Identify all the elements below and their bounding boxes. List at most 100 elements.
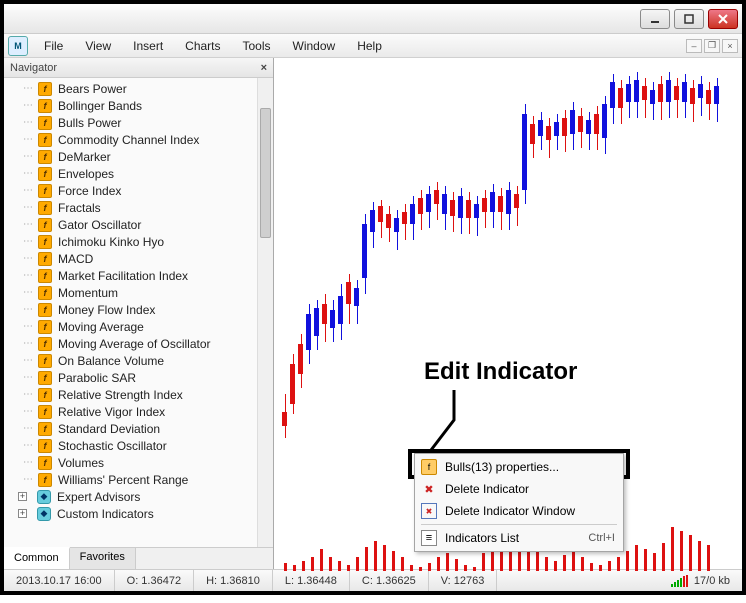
scrollbar-thumb[interactable] xyxy=(260,108,271,238)
indicator-item[interactable]: ⋯fWilliams' Percent Range xyxy=(34,471,273,488)
function-icon: f xyxy=(38,371,52,385)
indicator-bar xyxy=(437,557,440,571)
function-icon: f xyxy=(38,184,52,198)
function-icon: f xyxy=(38,235,52,249)
menu-file[interactable]: File xyxy=(34,36,73,56)
indicator-item[interactable]: ⋯fFractals xyxy=(34,199,273,216)
status-datetime: 2013.10.17 16:00 xyxy=(4,570,115,591)
delete-window-icon: ✖ xyxy=(421,503,437,519)
candle xyxy=(538,112,543,150)
navigator-title: Navigator xyxy=(10,62,57,74)
mdi-close-button[interactable]: × xyxy=(722,39,738,53)
candle xyxy=(650,82,655,120)
indicator-item[interactable]: ⋯fMoving Average of Oscillator xyxy=(34,335,273,352)
navigator-scrollbar[interactable] xyxy=(257,78,273,547)
candle xyxy=(450,192,455,232)
indicator-item[interactable]: ⋯fBulls Power xyxy=(34,114,273,131)
expand-icon[interactable]: + xyxy=(18,492,27,501)
indicator-bar xyxy=(590,563,593,571)
indicator-item[interactable]: ⋯fBears Power xyxy=(34,80,273,97)
context-menu-item[interactable]: ≡Indicators ListCtrl+I xyxy=(417,527,621,549)
candle xyxy=(498,188,503,230)
function-icon: f xyxy=(38,116,52,130)
menu-window[interactable]: Window xyxy=(283,36,346,56)
advisor-icon: ◆ xyxy=(37,490,51,504)
mdi-minimize-button[interactable]: – xyxy=(686,39,702,53)
menu-view[interactable]: View xyxy=(75,36,121,56)
indicator-bar xyxy=(383,545,386,571)
indicator-bar xyxy=(347,565,350,571)
menu-charts[interactable]: Charts xyxy=(175,36,230,56)
context-menu-item[interactable]: ✖Delete Indicator xyxy=(417,478,621,500)
indicator-bar xyxy=(662,543,665,571)
context-menu-item[interactable]: fBulls(13) properties... xyxy=(417,456,621,478)
navigator-close-icon[interactable]: × xyxy=(261,62,267,74)
candle xyxy=(578,108,583,148)
indicator-item[interactable]: ⋯fDeMarker xyxy=(34,148,273,165)
indicator-item[interactable]: ⋯fEnvelopes xyxy=(34,165,273,182)
list-icon: ≡ xyxy=(421,530,437,546)
status-high: H: 1.36810 xyxy=(194,570,273,591)
indicator-item[interactable]: ⋯fMomentum xyxy=(34,284,273,301)
indicator-bar xyxy=(428,563,431,571)
tab-favorites[interactable]: Favorites xyxy=(70,548,136,569)
candle xyxy=(714,78,719,122)
indicator-label: Relative Strength Index xyxy=(58,388,183,402)
indicator-item[interactable]: ⋯fIchimoku Kinko Hyo xyxy=(34,233,273,250)
function-icon: f xyxy=(38,201,52,215)
indicator-item[interactable]: ⋯fOn Balance Volume xyxy=(34,352,273,369)
indicator-item[interactable]: ⋯fGator Oscillator xyxy=(34,216,273,233)
indicator-bar xyxy=(707,545,710,571)
indicator-item[interactable]: ⋯fCommodity Channel Index xyxy=(34,131,273,148)
menubar: M FileViewInsertChartsToolsWindowHelp – … xyxy=(4,34,742,58)
indicator-item[interactable]: ⋯fMarket Facilitation Index xyxy=(34,267,273,284)
tree-node[interactable]: +◆Expert Advisors xyxy=(18,488,273,505)
candle xyxy=(338,284,343,340)
expand-icon[interactable]: + xyxy=(18,509,27,518)
mdi-restore-button[interactable]: ❐ xyxy=(704,39,720,53)
function-icon: f xyxy=(38,473,52,487)
tab-common[interactable]: Common xyxy=(4,547,70,569)
function-icon: f xyxy=(38,303,52,317)
indicator-item[interactable]: ⋯fParabolic SAR xyxy=(34,369,273,386)
indicator-bar xyxy=(617,557,620,571)
indicator-bar xyxy=(401,557,404,571)
indicator-bar xyxy=(482,553,485,571)
indicator-item[interactable]: ⋯fMoney Flow Index xyxy=(34,301,273,318)
close-button[interactable] xyxy=(708,9,738,29)
context-menu-label: Indicators List xyxy=(445,531,519,545)
indicator-bar xyxy=(545,557,548,571)
indicator-item[interactable]: ⋯fMoving Average xyxy=(34,318,273,335)
indicator-item[interactable]: ⋯fForce Index xyxy=(34,182,273,199)
indicator-bar xyxy=(680,531,683,571)
indicator-item[interactable]: ⋯fVolumes xyxy=(34,454,273,471)
context-menu-label: Delete Indicator Window xyxy=(445,504,575,518)
indicator-bar xyxy=(563,555,566,571)
candle xyxy=(706,82,711,120)
indicator-item[interactable]: ⋯fBollinger Bands xyxy=(34,97,273,114)
candle xyxy=(546,118,551,158)
app-icon: M xyxy=(8,36,28,56)
tree-node[interactable]: +◆Custom Indicators xyxy=(18,505,273,522)
indicator-bar xyxy=(554,561,557,571)
indicator-bar xyxy=(356,557,359,571)
indicator-bar xyxy=(698,541,701,571)
indicator-label: On Balance Volume xyxy=(58,354,164,368)
indicator-item[interactable]: ⋯fRelative Strength Index xyxy=(34,386,273,403)
function-icon: f xyxy=(38,422,52,436)
indicator-item[interactable]: ⋯fStandard Deviation xyxy=(34,420,273,437)
menu-tools[interactable]: Tools xyxy=(233,36,281,56)
indicator-item[interactable]: ⋯fMACD xyxy=(34,250,273,267)
indicator-bar xyxy=(626,551,629,571)
navigator-header: Navigator × xyxy=(4,58,273,78)
candle xyxy=(322,294,327,342)
context-menu-item[interactable]: ✖ Delete Indicator Window xyxy=(417,500,621,522)
indicator-item[interactable]: ⋯fStochastic Oscillator xyxy=(34,437,273,454)
maximize-button[interactable] xyxy=(674,9,704,29)
menu-help[interactable]: Help xyxy=(347,36,392,56)
minimize-button[interactable] xyxy=(640,9,670,29)
menu-insert[interactable]: Insert xyxy=(123,36,173,56)
candle xyxy=(666,72,671,118)
indicator-label: Parabolic SAR xyxy=(58,371,136,385)
indicator-item[interactable]: ⋯fRelative Vigor Index xyxy=(34,403,273,420)
